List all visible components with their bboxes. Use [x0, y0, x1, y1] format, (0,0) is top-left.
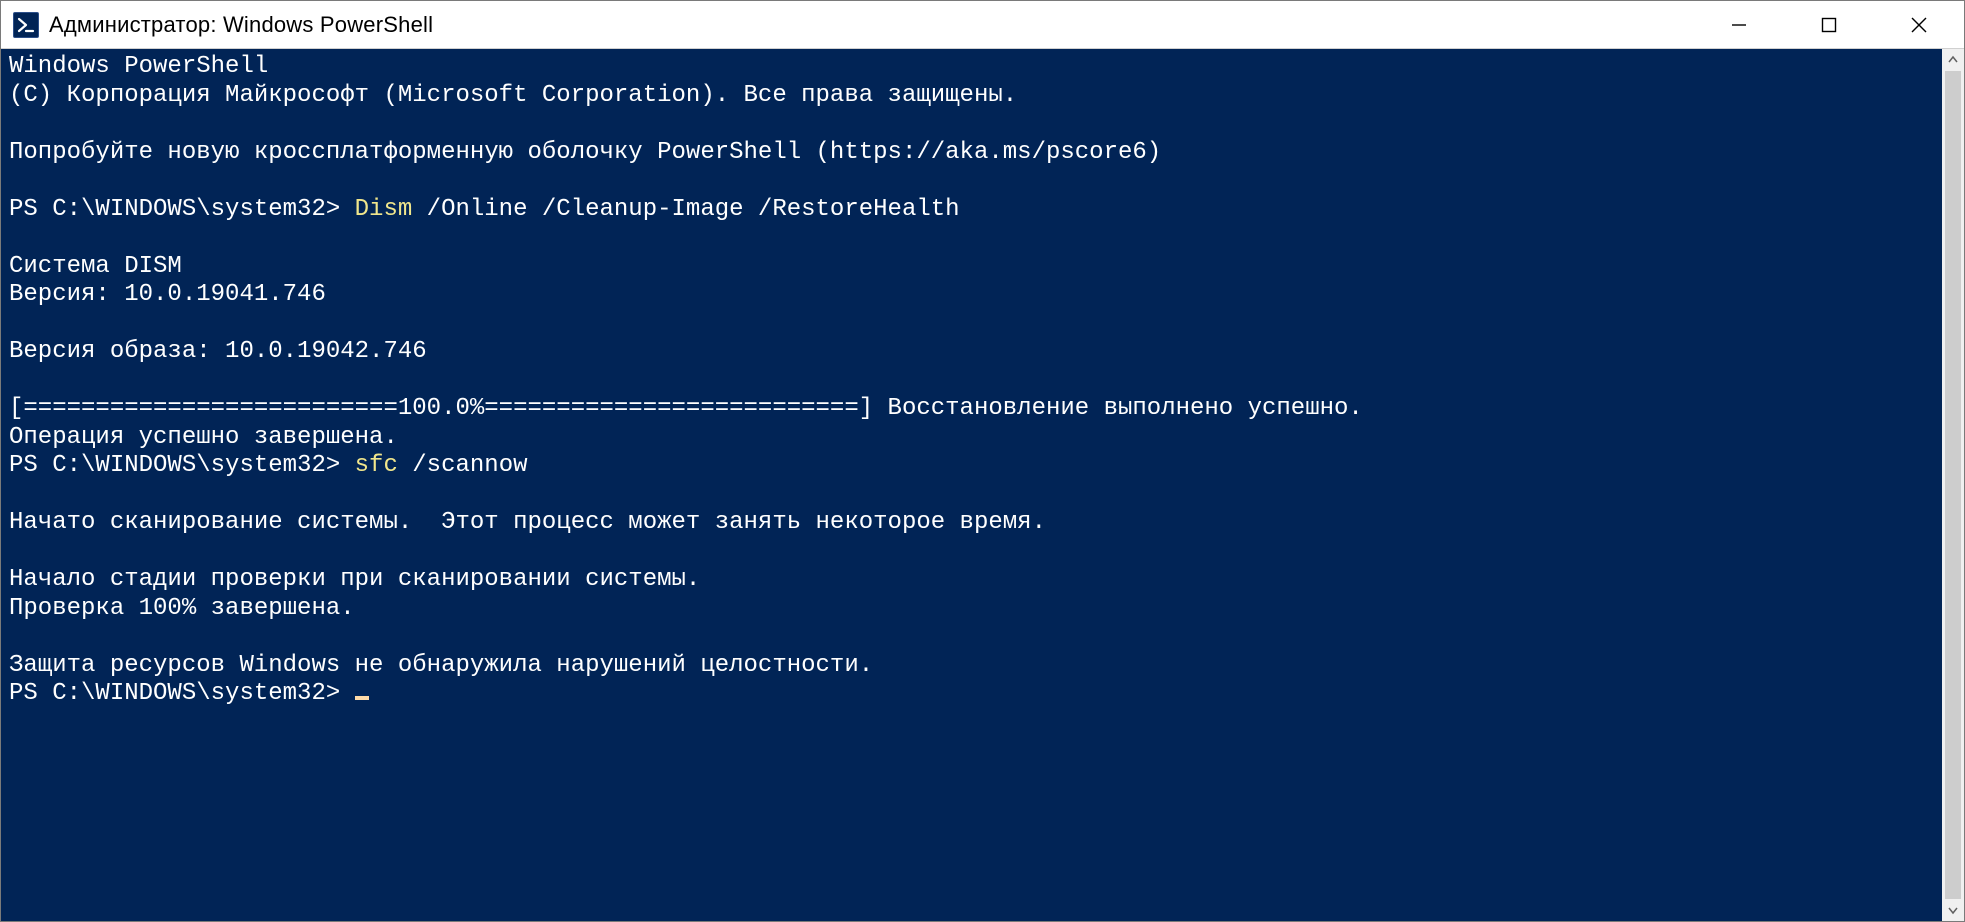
- scroll-up-arrow-icon[interactable]: [1942, 49, 1964, 71]
- prompt3-prefix: PS C:\WINDOWS\system32>: [9, 680, 355, 707]
- line-image-version: Версия образа: 10.0.19042.746: [9, 338, 427, 365]
- line-scan-progress: Проверка 100% завершена.: [9, 595, 355, 622]
- line-operation-done: Операция успешно завершена.: [9, 424, 398, 451]
- line-header2: (C) Корпорация Майкрософт (Microsoft Cor…: [9, 82, 1017, 109]
- scrollbar-thumb[interactable]: [1945, 71, 1961, 899]
- maximize-button[interactable]: [1784, 1, 1874, 48]
- maximize-icon: [1821, 17, 1837, 33]
- close-icon: [1910, 16, 1928, 34]
- cursor: [355, 696, 369, 700]
- minimize-button[interactable]: [1694, 1, 1784, 48]
- window-controls: [1694, 1, 1964, 48]
- line-scan-started: Начато сканирование системы. Этот процес…: [9, 509, 1046, 536]
- prompt1-args: /Online /Cleanup-Image /RestoreHealth: [412, 196, 959, 223]
- vertical-scrollbar[interactable]: [1942, 49, 1964, 921]
- line-header1: Windows PowerShell: [9, 53, 268, 80]
- minimize-icon: [1731, 17, 1747, 33]
- prompt1-prefix: PS C:\WINDOWS\system32>: [9, 196, 355, 223]
- titlebar[interactable]: Администратор: Windows PowerShell: [1, 1, 1964, 49]
- line-dism-version: Версия: 10.0.19041.746: [9, 281, 326, 308]
- scrollbar-track[interactable]: [1942, 71, 1964, 899]
- line-scan-result: Защита ресурсов Windows не обнаружила на…: [9, 652, 873, 679]
- prompt2-args: /scannow: [398, 452, 528, 479]
- window-title: Администратор: Windows PowerShell: [49, 12, 433, 38]
- client-area: Windows PowerShell (C) Корпорация Майкро…: [1, 49, 1964, 921]
- prompt2-command: sfc: [355, 452, 398, 479]
- line-progress: [==========================100.0%=======…: [9, 395, 1363, 422]
- line-dism-system: Cистема DISM: [9, 253, 182, 280]
- terminal-output[interactable]: Windows PowerShell (C) Корпорация Майкро…: [1, 49, 1942, 921]
- prompt2-prefix: PS C:\WINDOWS\system32>: [9, 452, 355, 479]
- line-scan-stage: Начало стадии проверки при сканировании …: [9, 566, 700, 593]
- close-button[interactable]: [1874, 1, 1964, 48]
- powershell-window: Администратор: Windows PowerShell: [0, 0, 1965, 922]
- title-left: Администратор: Windows PowerShell: [1, 12, 433, 38]
- line-promo: Попробуйте новую кроссплатформенную обол…: [9, 139, 1161, 166]
- powershell-icon: [13, 12, 39, 38]
- scroll-down-arrow-icon[interactable]: [1942, 899, 1964, 921]
- prompt1-command: Dism: [355, 196, 413, 223]
